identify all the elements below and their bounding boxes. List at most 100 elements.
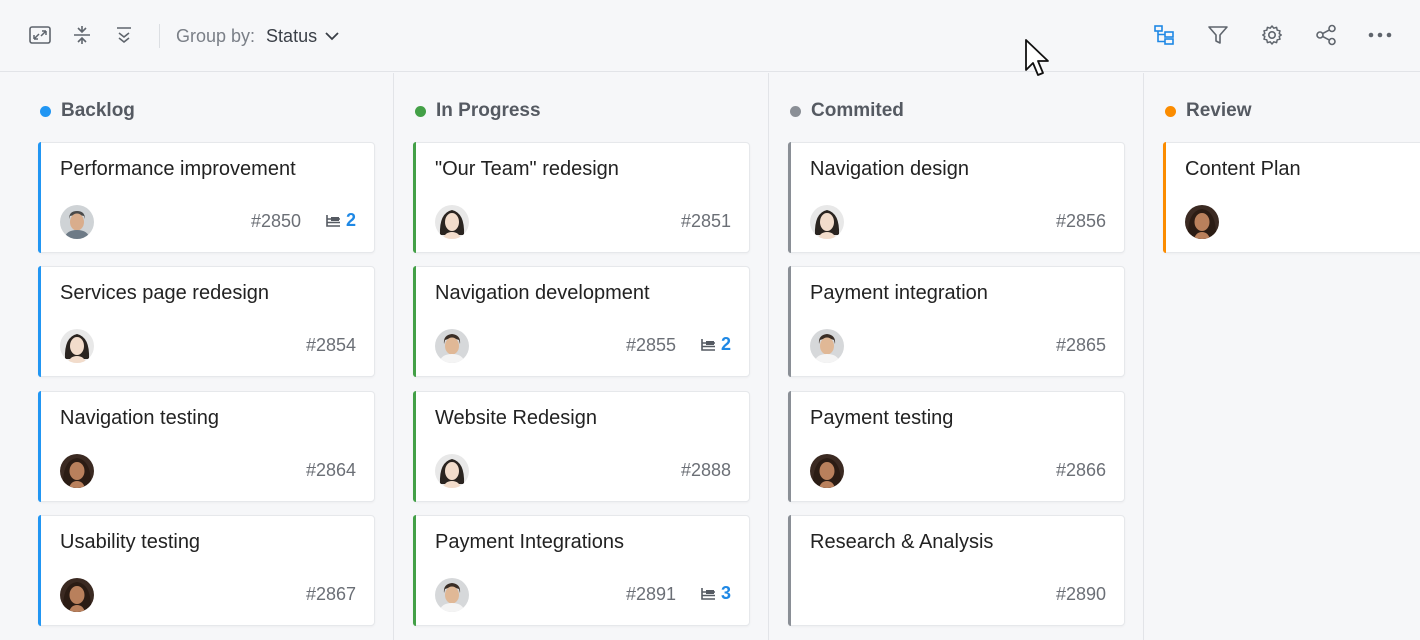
toolbar: Group by: Status <box>0 0 1420 72</box>
more-icon[interactable] <box>1367 22 1393 48</box>
card-id: #2891 <box>625 584 676 604</box>
chevron-down-icon[interactable] <box>325 31 339 41</box>
collapse-all-icon[interactable] <box>111 22 137 48</box>
subtasks-counter[interactable]: 2 <box>700 334 731 355</box>
card-title: Content Plan <box>1185 158 1301 180</box>
avatar[interactable] <box>60 454 94 488</box>
status-bar <box>788 266 791 377</box>
status-bar <box>413 266 416 377</box>
avatar[interactable] <box>1185 205 1219 239</box>
avatar[interactable] <box>435 329 469 363</box>
status-bar <box>413 391 416 502</box>
card-id: #2850 <box>250 211 301 231</box>
column-header: Commited <box>790 100 904 122</box>
avatar[interactable] <box>60 578 94 612</box>
task-card[interactable]: Usability testing #2867 <box>38 515 375 626</box>
mouse-cursor-icon <box>1024 38 1052 85</box>
task-card[interactable]: Navigation testing #2864 <box>38 391 375 502</box>
task-card[interactable]: Payment Integrations #2891 3 <box>413 515 750 626</box>
avatar[interactable] <box>435 578 469 612</box>
column-backlog: Backlog Performance improvement #2850 2 … <box>0 73 394 640</box>
avatar[interactable] <box>810 454 844 488</box>
card-id: #2866 <box>1055 460 1106 480</box>
card-title: Website Redesign <box>435 407 597 429</box>
card-id: #2888 <box>680 460 731 480</box>
task-card[interactable]: Payment integration #2865 <box>788 266 1125 377</box>
column-header: In Progress <box>415 100 541 122</box>
task-card[interactable]: Content Plan #2857 <box>1163 142 1420 253</box>
task-card[interactable]: Performance improvement #2850 2 <box>38 142 375 253</box>
settings-icon[interactable] <box>1259 22 1285 48</box>
avatar[interactable] <box>435 454 469 488</box>
status-bar <box>788 391 791 502</box>
column-title: Backlog <box>61 100 135 121</box>
card-title: Performance improvement <box>60 158 296 180</box>
task-card[interactable]: Research & Analysis #2890 <box>788 515 1125 626</box>
column-in-progress: In Progress "Our Team" redesign #2851 Na… <box>394 73 769 640</box>
status-dot <box>40 105 51 117</box>
card-title: Navigation development <box>435 282 650 304</box>
card-title: Usability testing <box>60 531 201 553</box>
card-title: Navigation design <box>810 158 969 180</box>
group-by-select[interactable]: Group by: Status <box>176 24 339 48</box>
card-id: #2865 <box>1055 335 1106 355</box>
toolbar-divider <box>159 24 160 48</box>
card-id: #2864 <box>305 460 356 480</box>
task-card[interactable]: Navigation development #2855 2 <box>413 266 750 377</box>
status-bar <box>1163 142 1166 253</box>
subtasks-counter[interactable]: 2 <box>325 210 356 231</box>
status-dot <box>1165 105 1176 117</box>
card-id: #2890 <box>1055 584 1106 604</box>
status-bar <box>413 142 416 253</box>
column-title: In Progress <box>436 100 541 121</box>
card-id: #2867 <box>305 584 356 604</box>
status-bar <box>38 515 41 626</box>
status-bar <box>788 142 791 253</box>
card-title: Payment testing <box>810 407 954 429</box>
card-title: Services page redesign <box>60 282 270 304</box>
subtasks-count: 2 <box>345 210 356 230</box>
column-title: Commited <box>811 100 904 121</box>
card-title: Research & Analysis <box>810 531 994 553</box>
status-dot <box>790 105 801 117</box>
column-review: Review Content Plan #2857 <box>1144 73 1420 640</box>
column-title: Review <box>1186 100 1252 121</box>
column-header: Backlog <box>40 100 135 122</box>
task-card[interactable]: "Our Team" redesign #2851 <box>413 142 750 253</box>
task-card[interactable]: Services page redesign #2854 <box>38 266 375 377</box>
status-bar <box>788 515 791 626</box>
subtasks-count: 2 <box>720 334 731 354</box>
avatar[interactable] <box>435 205 469 239</box>
subtasks-count: 3 <box>720 583 731 603</box>
group-by-value[interactable]: Status <box>266 26 317 47</box>
task-card[interactable]: Payment testing #2866 <box>788 391 1125 502</box>
subtasks-counter[interactable]: 3 <box>700 583 731 604</box>
avatar[interactable] <box>810 329 844 363</box>
status-bar <box>38 142 41 253</box>
avatar[interactable] <box>810 205 844 239</box>
collapse-rows-icon[interactable] <box>69 22 95 48</box>
card-title: "Our Team" redesign <box>435 158 619 180</box>
column-commited: Commited Navigation design #2856 Payment… <box>769 73 1144 640</box>
group-by-label: Group by: <box>176 25 256 46</box>
card-title: Navigation testing <box>60 407 219 429</box>
status-bar <box>38 391 41 502</box>
column-header: Review <box>1165 100 1251 122</box>
card-id: #2854 <box>305 335 356 355</box>
card-id: #2851 <box>680 211 731 231</box>
avatar[interactable] <box>60 329 94 363</box>
card-id: #2856 <box>1055 211 1106 231</box>
status-bar <box>38 266 41 377</box>
hierarchy-icon[interactable] <box>1151 22 1177 48</box>
task-card[interactable]: Website Redesign #2888 <box>413 391 750 502</box>
expand-icon[interactable] <box>27 22 53 48</box>
status-dot <box>415 105 426 117</box>
card-title: Payment integration <box>810 282 988 304</box>
filter-icon[interactable] <box>1205 22 1231 48</box>
card-id: #2855 <box>625 335 676 355</box>
task-card[interactable]: Navigation design #2856 <box>788 142 1125 253</box>
avatar[interactable] <box>60 205 94 239</box>
card-title: Payment Integrations <box>435 531 624 553</box>
status-bar <box>413 515 416 626</box>
share-icon[interactable] <box>1313 22 1339 48</box>
